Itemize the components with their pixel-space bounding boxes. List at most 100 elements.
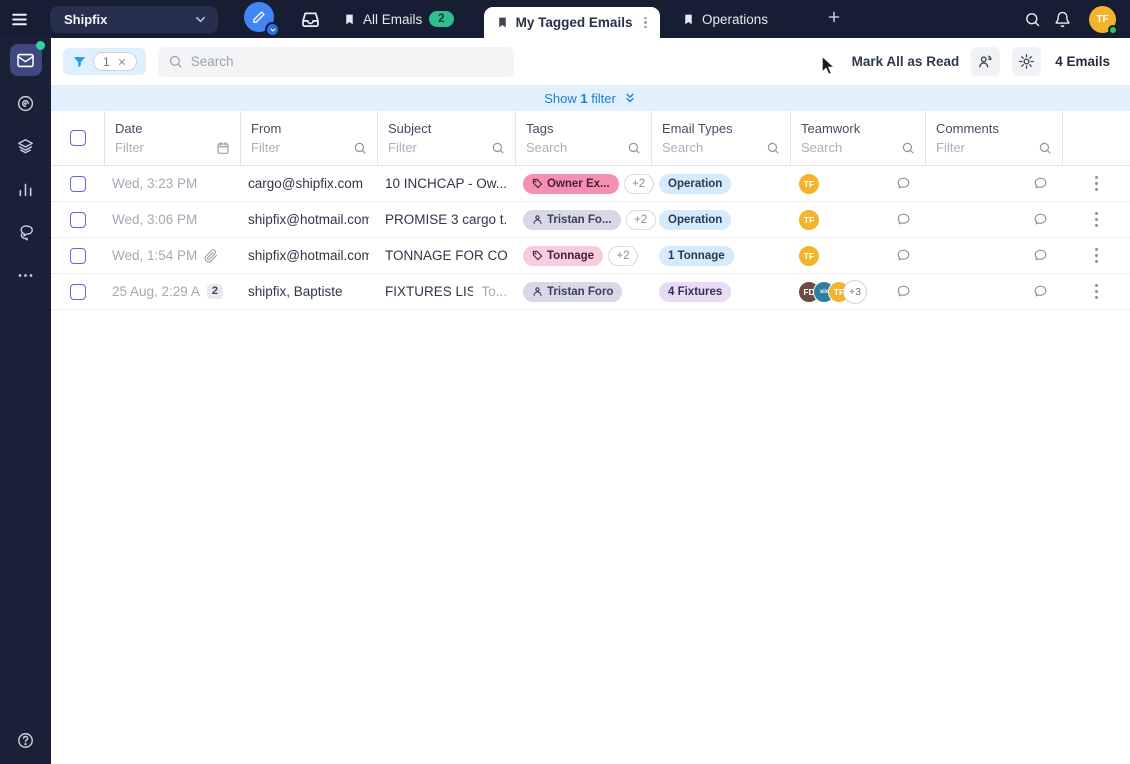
select-all-checkbox[interactable]: [69, 130, 86, 146]
comment-button[interactable]: [1033, 212, 1048, 227]
column-filter-teamwork: [790, 138, 925, 165]
sidebar-item-chat[interactable]: [10, 216, 42, 248]
team-chat-button[interactable]: [896, 284, 911, 299]
search-icon: [1038, 141, 1052, 155]
workspace-select[interactable]: Shipfix: [50, 5, 218, 33]
team-chat-button[interactable]: [896, 212, 911, 227]
user-avatar[interactable]: TF: [1089, 5, 1118, 35]
mail-icon: [16, 51, 35, 70]
tag-chip[interactable]: Tonnage: [523, 245, 604, 266]
email-search-box[interactable]: [157, 46, 514, 77]
subject-text: FIXTURES LIST: [385, 284, 474, 299]
sidebar-item-analytics[interactable]: [10, 173, 42, 205]
notification-dot: [35, 41, 45, 50]
tag-overflow-badge[interactable]: +2: [608, 245, 639, 266]
avatar[interactable]: TF: [798, 208, 820, 231]
tab-options-kebab[interactable]: [639, 14, 652, 32]
email-type-chip[interactable]: 4 Fixtures: [659, 281, 732, 302]
notifications-button[interactable]: [1047, 4, 1077, 34]
contacts-icon: [977, 53, 994, 70]
subject-cell: 10 INCHCAP - Ow...: [377, 176, 515, 191]
share-contacts-button[interactable]: [971, 47, 1001, 76]
comments-cell: [925, 284, 1062, 299]
global-search-button[interactable]: [1017, 4, 1047, 34]
toolbar: 1 Mark All as Read 4 Emails: [51, 38, 1130, 85]
comment-button[interactable]: [1033, 176, 1048, 191]
column-header-subject: Subject: [377, 111, 515, 138]
inbox-tray-button[interactable]: [300, 9, 321, 30]
show-filters-banner[interactable]: Show 1 filter: [51, 85, 1130, 111]
email-row[interactable]: 25 Aug, 2:29 A 2 shipfix, Baptiste FIXTURES…: [51, 274, 1130, 310]
tab-all-emails[interactable]: All Emails 2: [343, 11, 454, 27]
team-chat-button[interactable]: [896, 248, 911, 263]
sidebar-item-more[interactable]: [10, 259, 42, 291]
filter-input-comments[interactable]: [936, 140, 1034, 155]
tab-operations[interactable]: Operations: [682, 12, 768, 27]
email-row[interactable]: Wed, 3:06 PM shipfix@hotmail.com PROMISE 3…: [51, 202, 1130, 238]
tag-overflow-badge[interactable]: +2: [623, 173, 654, 194]
filter-input-date[interactable]: [115, 140, 212, 155]
email-row[interactable]: Wed, 3:23 PM cargo@shipfix.com 10 INCHCAP …: [51, 166, 1130, 202]
tag-chip[interactable]: Tristan Fo...: [523, 209, 621, 230]
from-cell: shipfix, Baptiste: [240, 284, 377, 299]
row-menu-kebab[interactable]: [1089, 172, 1104, 195]
row-checkbox[interactable]: [69, 283, 86, 300]
search-icon: [491, 141, 505, 155]
avatar[interactable]: TF: [798, 244, 820, 267]
mark-all-read-button[interactable]: Mark All as Read: [852, 54, 960, 69]
workspace-label: Shipfix: [64, 11, 108, 27]
filter-count-pill[interactable]: 1: [93, 52, 137, 71]
filter-input-subject[interactable]: [388, 140, 487, 155]
layers-icon: [16, 137, 35, 156]
table-settings-button[interactable]: [1012, 47, 1042, 76]
email-type-chip[interactable]: Operation: [659, 209, 732, 230]
left-sidebar: [0, 38, 51, 764]
team-chat-button[interactable]: [896, 176, 911, 191]
row-checkbox[interactable]: [69, 175, 86, 192]
avatar[interactable]: TF: [798, 172, 820, 195]
tag-chip[interactable]: Owner Ex...: [523, 173, 619, 194]
row-menu-kebab[interactable]: [1089, 280, 1104, 303]
active-filters-chip[interactable]: 1: [63, 48, 146, 75]
sidebar-item-collections[interactable]: [10, 130, 42, 162]
subject-text: PROMISE 3 cargo t...: [385, 212, 507, 227]
filter-input-teamwork[interactable]: [801, 140, 897, 155]
tag-chip[interactable]: Tristan Foro: [523, 281, 623, 302]
search-icon: [353, 141, 367, 155]
compass-icon: [16, 94, 35, 113]
filter-input-tags[interactable]: [526, 140, 623, 155]
clear-filter-icon[interactable]: [117, 57, 127, 67]
row-checkbox-cell: [51, 247, 104, 264]
comment-button[interactable]: [1033, 284, 1048, 299]
email-type-chip[interactable]: Operation: [659, 173, 732, 194]
column-header-email-types: Email Types: [651, 111, 790, 138]
email-row[interactable]: Wed, 1:54 PM shipfix@hotmail.com TONNAGE F…: [51, 238, 1130, 274]
filter-input-email-types[interactable]: [662, 140, 762, 155]
tab-my-tagged-emails[interactable]: My Tagged Emails: [483, 7, 660, 38]
email-type-chip[interactable]: 1 Tonnage: [659, 245, 734, 266]
email-types-cell: Operation: [651, 209, 790, 230]
column-header-actions: [1062, 111, 1130, 138]
compose-options-button[interactable]: [265, 22, 280, 37]
help-button[interactable]: [10, 724, 42, 756]
sidebar-item-mail[interactable]: [9, 41, 45, 76]
banner-prefix: Show: [544, 90, 577, 106]
email-search-input[interactable]: [190, 54, 504, 69]
row-menu-kebab[interactable]: [1089, 208, 1104, 231]
comment-button[interactable]: [1033, 248, 1048, 263]
row-checkbox[interactable]: [69, 247, 86, 264]
comments-cell: [925, 248, 1062, 263]
tab-all-emails-label: All Emails: [363, 11, 423, 27]
avatar-overflow-badge[interactable]: +3: [843, 279, 867, 304]
new-tab-button[interactable]: [826, 9, 842, 30]
main-panel: 1 Mark All as Read 4 Emails Show 1 filte…: [51, 38, 1130, 764]
help-icon: [16, 731, 35, 750]
sidebar-item-market[interactable]: [10, 87, 42, 119]
filter-input-from[interactable]: [251, 140, 349, 155]
column-filter-subject: [377, 138, 515, 165]
row-checkbox[interactable]: [69, 211, 86, 228]
email-count-label: 4 Emails: [1055, 54, 1110, 69]
hamburger-icon: [10, 10, 29, 29]
hamburger-menu-button[interactable]: [0, 0, 38, 38]
row-menu-kebab[interactable]: [1089, 244, 1104, 267]
